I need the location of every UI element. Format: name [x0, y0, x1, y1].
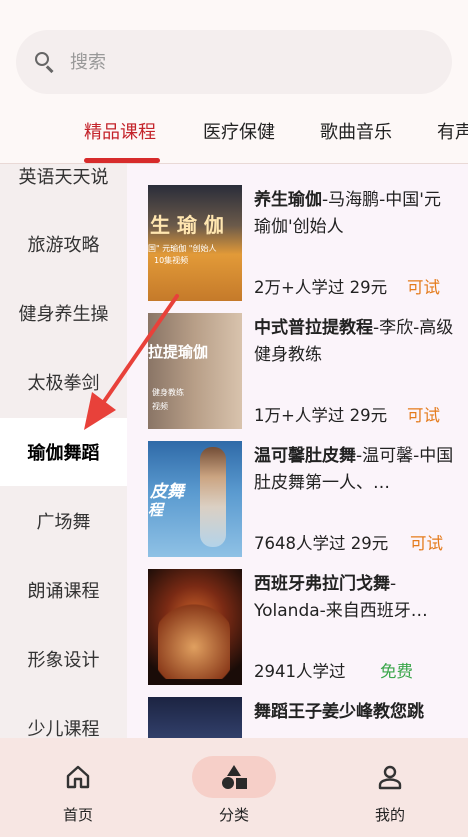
nav-category[interactable]: 分类 — [156, 738, 312, 837]
sidebar-item-label: 健身养生操 — [18, 304, 109, 325]
sidebar-item-label: 英语天天说 — [18, 167, 109, 188]
person-icon — [378, 765, 402, 790]
course-thumbnail — [148, 697, 242, 738]
sidebar-item-label: 旅游攻略 — [27, 235, 100, 256]
sidebar-item-recitation[interactable]: 朗诵课程 — [0, 556, 127, 624]
sidebar-item-label: 朗诵课程 — [27, 581, 100, 602]
sidebar-item-label: 太极拳剑 — [27, 373, 100, 394]
course-thumbnail: 生 瑜 伽 国" 元瑜伽 "创始人 10集视频 — [148, 185, 242, 301]
active-tab-indicator — [84, 158, 160, 163]
tab-premium-courses[interactable]: 精品课程 — [84, 118, 156, 144]
course-meta: 1万+人学过 29元 — [254, 406, 388, 425]
search-bar[interactable] — [16, 30, 452, 94]
course-card[interactable]: 西班牙弗拉门戈舞-Yolanda-来自西班牙… 2941人学过 免费 — [148, 569, 468, 687]
course-title: 西班牙弗拉门戈舞-Yolanda-来自西班牙… — [254, 574, 428, 621]
course-card[interactable]: 拉提瑜伽 健身教练 视频 中式普拉提教程-李欣-高级健身教练 1万+人学过 29… — [148, 313, 468, 431]
trial-badge[interactable]: 可试 — [410, 530, 443, 554]
sidebar-item-taichi[interactable]: 太极拳剑 — [0, 348, 127, 416]
tab-audio[interactable]: 有声 — [437, 118, 468, 144]
course-card[interactable]: 皮舞 程 温可馨肚皮舞-温可馨-中国肚皮舞第一人、… 7648人学过 29元 可… — [148, 441, 468, 559]
sidebar-item-label: 形象设计 — [27, 650, 100, 671]
free-badge[interactable]: 免费 — [380, 658, 413, 682]
sidebar-item-label: 少儿课程 — [27, 719, 100, 738]
course-thumbnail: 拉提瑜伽 健身教练 视频 — [148, 313, 242, 429]
category-sidebar[interactable]: 英语天天说 旅游攻略 健身养生操 太极拳剑 瑜伽舞蹈 广场舞 朗诵课程 形象设计… — [0, 164, 127, 738]
trial-badge[interactable]: 可试 — [407, 274, 440, 298]
nav-label: 首页 — [62, 806, 93, 824]
nav-label: 分类 — [218, 806, 249, 824]
course-title: 中式普拉提教程-李欣-高级健身教练 — [254, 318, 454, 365]
category-tabs: 精品课程 医疗保健 歌曲音乐 有声 — [0, 110, 468, 164]
sidebar-item-kids[interactable]: 少儿课程 — [0, 694, 127, 738]
sidebar-item-yoga-dance[interactable]: 瑜伽舞蹈 — [0, 418, 127, 486]
course-thumbnail — [148, 569, 242, 685]
home-icon — [66, 765, 90, 789]
trial-badge[interactable]: 可试 — [407, 402, 440, 426]
search-icon — [34, 51, 56, 73]
sidebar-item-square-dance[interactable]: 广场舞 — [0, 487, 127, 555]
course-title: 舞蹈王子姜少峰教您跳 — [254, 702, 424, 722]
sidebar-item-english[interactable]: 英语天天说 — [0, 164, 127, 210]
tab-music[interactable]: 歌曲音乐 — [320, 118, 392, 144]
course-title: 温可馨肚皮舞-温可馨-中国肚皮舞第一人、… — [254, 446, 454, 493]
nav-home[interactable]: 首页 — [0, 738, 156, 837]
course-card[interactable]: 舞蹈王子姜少峰教您跳 — [148, 697, 468, 738]
course-card[interactable]: 生 瑜 伽 国" 元瑜伽 "创始人 10集视频 养生瑜伽-马海鹏-中国'元瑜伽'… — [148, 185, 468, 303]
course-thumbnail: 皮舞 程 — [148, 441, 242, 557]
nav-profile[interactable]: 我的 — [312, 738, 468, 837]
sidebar-item-travel[interactable]: 旅游攻略 — [0, 210, 127, 278]
sidebar-item-image-design[interactable]: 形象设计 — [0, 625, 127, 693]
nav-label: 我的 — [374, 806, 405, 824]
search-input[interactable] — [70, 51, 370, 73]
tab-healthcare[interactable]: 医疗保健 — [203, 118, 275, 144]
category-icon — [222, 765, 247, 789]
sidebar-item-label: 瑜伽舞蹈 — [27, 443, 100, 464]
course-meta: 2万+人学过 29元 — [254, 278, 388, 297]
course-list[interactable]: 生 瑜 伽 国" 元瑜伽 "创始人 10集视频 养生瑜伽-马海鹏-中国'元瑜伽'… — [127, 164, 468, 738]
course-meta: 2941人学过 — [254, 662, 346, 681]
sidebar-item-fitness[interactable]: 健身养生操 — [0, 279, 127, 347]
bottom-navigation: 首页 分类 我的 — [0, 738, 468, 837]
course-title: 养生瑜伽-马海鹏-中国'元瑜伽'创始人 — [254, 190, 441, 237]
course-meta: 7648人学过 29元 — [254, 534, 389, 553]
sidebar-item-label: 广场舞 — [36, 512, 91, 533]
